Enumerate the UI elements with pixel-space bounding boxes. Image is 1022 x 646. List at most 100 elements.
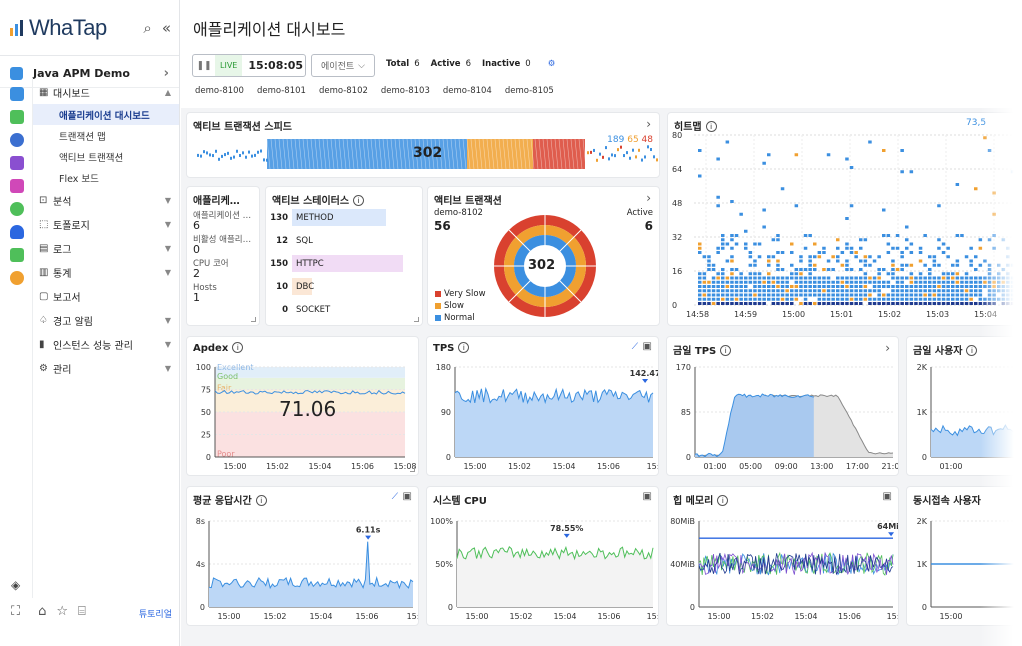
status-row-sql[interactable]: 12 SQL (266, 232, 314, 249)
sidebar-item-dashboard[interactable]: ▦ 대시보드 ▲ (33, 80, 179, 104)
sidebar-item-log[interactable]: ▤ 로그 ▼ (33, 236, 179, 260)
status-label: DBC (292, 278, 314, 295)
star-icon[interactable]: ☆ (56, 604, 68, 619)
agent-tab[interactable]: demo-8103 (381, 86, 430, 96)
pause-icon[interactable]: ❚❚ (193, 61, 215, 71)
heat-cell (886, 280, 891, 284)
heat-cell (872, 297, 877, 301)
heat-cell (836, 276, 840, 280)
heat-cell (946, 289, 950, 293)
status-row-method[interactable]: 130 METHOD (266, 209, 386, 226)
status-row-dbc[interactable]: 10 DBC (266, 278, 314, 295)
chevron-right-icon[interactable]: › (646, 191, 651, 205)
tutorial-link[interactable]: 튜토리얼 (139, 607, 172, 620)
sidebar-item-topology[interactable]: ⬚ 토폴로지 ▼ (33, 212, 179, 236)
agent-tab[interactable]: demo-8105 (505, 86, 554, 96)
heat-cell (918, 276, 923, 280)
heat-cell (698, 297, 702, 301)
heat-cell (849, 289, 854, 293)
heat-cell (882, 280, 886, 284)
submenu-active-tx[interactable]: 액티브 트랜잭션 (33, 146, 179, 167)
submenu-app-dashboard[interactable]: 애플리케이션 대시보드 (33, 104, 179, 125)
heat-cell (780, 302, 785, 305)
sidebar-item-analysis[interactable]: ⊡ 분석 ▼ (33, 188, 179, 212)
heat-cell (808, 289, 812, 293)
agent-tab[interactable]: demo-8101 (257, 86, 306, 96)
resize-handle[interactable] (410, 467, 415, 472)
status-row-socket[interactable]: 0 SOCKET (266, 301, 330, 318)
sidebar-item-report[interactable]: ▢ 보고서 (33, 284, 179, 308)
rail-monitor-icon[interactable] (10, 271, 24, 285)
x-tick: 15:00 (707, 612, 730, 621)
resize-handle[interactable] (251, 317, 256, 322)
rail-k8s-icon[interactable] (10, 133, 24, 147)
speed-dot (212, 154, 214, 158)
rail-url-icon[interactable] (10, 202, 24, 216)
heat-cell (721, 234, 725, 237)
heat-cell (840, 289, 845, 293)
heat-cell (799, 285, 803, 288)
heat-cell (974, 255, 978, 259)
heat-cell (813, 255, 817, 259)
tps-chart: 180 90 0 15:00 15:02 15:04 15:06 15: 142.47 (436, 363, 658, 471)
heat-cell (868, 297, 872, 301)
x-tick: 09:00 (775, 462, 798, 471)
rail-apm-icon[interactable] (10, 87, 24, 101)
heat-cell (946, 297, 950, 301)
home-icon[interactable]: ⌂ (38, 604, 46, 619)
status-count: 0 (282, 304, 288, 315)
heat-cell (918, 293, 923, 297)
rail-log-icon[interactable] (10, 179, 24, 193)
resize-handle[interactable] (414, 317, 419, 322)
rail-db-icon[interactable] (10, 156, 24, 170)
heat-cell (730, 280, 734, 284)
heat-cell (721, 242, 725, 246)
heat-cell (868, 280, 872, 284)
agent-tab[interactable]: demo-8102 (319, 86, 368, 96)
x-tick: 15:00 (782, 310, 805, 319)
agent-tab[interactable]: demo-8100 (195, 86, 244, 96)
submenu-tx-map[interactable]: 트랜잭션 맵 (33, 125, 179, 146)
agent-select[interactable]: 에이전트 ⌵ (311, 54, 375, 77)
settings-icon[interactable]: ⚙ (548, 59, 556, 69)
collapse-icon[interactable]: « (162, 19, 171, 37)
rail-user-icon[interactable] (10, 248, 24, 262)
live-control[interactable]: ❚❚ LIVE 15:08:05 (192, 54, 306, 77)
y-tick: 50% (435, 560, 453, 569)
sidebar-item-instance[interactable]: ▮ 인스턴스 성능 관리 ▼ (33, 332, 179, 356)
heat-cell (776, 234, 780, 237)
search-icon[interactable]: ⌕ (143, 19, 151, 37)
heat-cell (799, 255, 803, 259)
heat-cell (822, 293, 826, 297)
heat-cell (891, 272, 895, 276)
heat-cell (785, 293, 789, 297)
agent-tab[interactable]: demo-8104 (443, 86, 492, 96)
x-tick: 14:58 (686, 310, 709, 319)
heat-cell (895, 268, 900, 271)
status-row-httpc[interactable]: 150 HTTPC (266, 255, 404, 272)
heat-cell (744, 289, 748, 293)
heat-cell (799, 302, 803, 305)
paint-icon[interactable]: ◈ (11, 578, 20, 592)
heat-cell (909, 285, 914, 288)
heat-cell (790, 272, 794, 276)
peak-marker (642, 379, 649, 383)
heat-cell (946, 276, 950, 280)
rail-server-icon[interactable] (10, 110, 24, 124)
sidebar-item-label: 분석 (53, 196, 72, 208)
rail-cloud-icon[interactable] (10, 225, 24, 239)
heat-cell (799, 276, 803, 280)
heat-cell (969, 276, 973, 280)
sidebar-item-stats[interactable]: ▥ 통계 ▼ (33, 260, 179, 284)
speed-dot (209, 153, 211, 157)
sidebar-item-alert[interactable]: ♤ 경고 알림 ▼ (33, 308, 179, 332)
sidebar-item-manage[interactable]: ⚙ 관리 ▼ (33, 356, 179, 380)
heat-cell (923, 280, 927, 284)
heat-cell (771, 297, 776, 301)
submenu-flex-board[interactable]: Flex 보드 (33, 167, 179, 188)
speed-dot (218, 157, 220, 161)
help-icon[interactable]: i (353, 195, 365, 206)
doc-search-icon[interactable]: ⌸ (78, 604, 86, 619)
fullscreen-icon[interactable]: ⛶ (11, 604, 20, 619)
heat-cell (725, 280, 730, 284)
